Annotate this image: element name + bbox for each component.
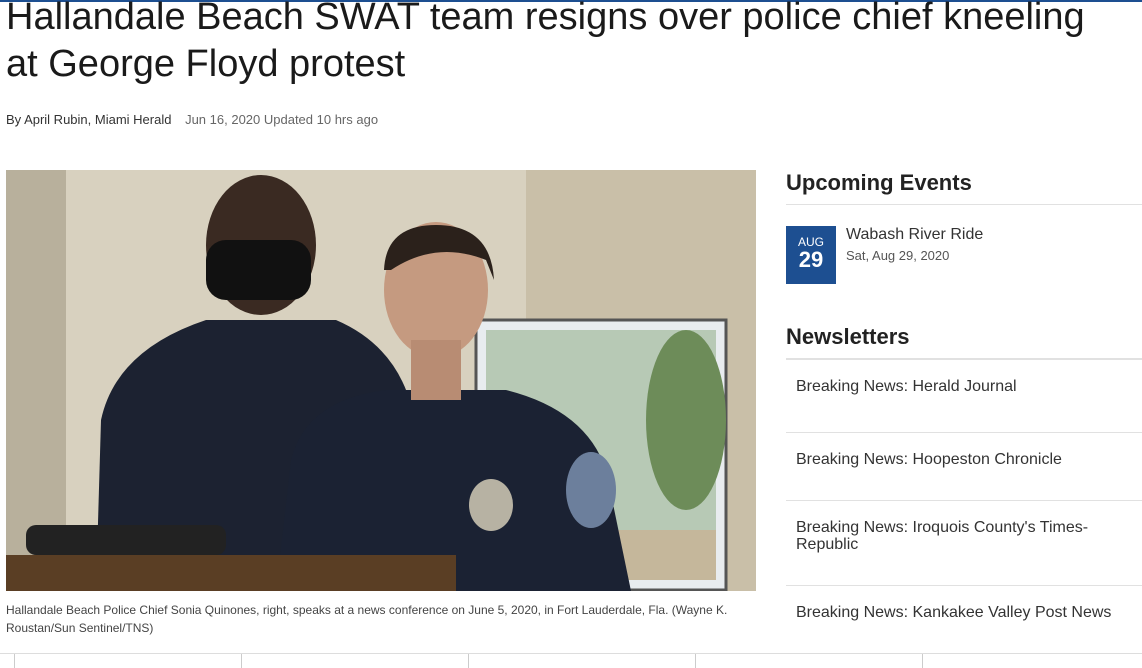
newsletters-title: Newsletters — [786, 322, 1142, 359]
article-photo-image — [6, 170, 756, 591]
article-headline: Hallandale Beach SWAT team resigns over … — [6, 0, 1085, 85]
event-date-text: Sat, Aug 29, 2020 — [846, 248, 950, 263]
event-title-link[interactable]: Wabash River Ride — [846, 226, 983, 244]
newsletter-item[interactable]: Breaking News: Iroquois County's Times-R… — [786, 500, 1142, 585]
newsletter-item[interactable]: Breaking News: Kankakee Valley Post News — [786, 585, 1142, 645]
article-photo[interactable] — [6, 170, 756, 591]
event-month: AUG — [797, 235, 824, 249]
sidebar: Upcoming Events AUG 29 Wabash River Ride… — [786, 168, 1142, 621]
newsletter-item[interactable]: Breaking News: Hoopeston Chronicle — [786, 432, 1142, 500]
article-date: Jun 16, 2020 Updated 10 hrs ago — [185, 112, 379, 127]
event-day: 29 — [798, 247, 824, 272]
newsletters-section: Newsletters — [786, 322, 1142, 359]
article-author[interactable]: By April Rubin, Miami Herald — [6, 112, 171, 127]
event-date-badge: AUG 29 — [786, 226, 836, 284]
bottom-strip — [0, 653, 1142, 668]
article-byline-row: By April Rubin, Miami Herald Jun 16, 202… — [6, 112, 378, 127]
upcoming-events-title: Upcoming Events — [786, 168, 1142, 205]
event-item[interactable]: AUG 29 Wabash River Ride Sat, Aug 29, 20… — [786, 226, 1142, 284]
photo-caption: Hallandale Beach Police Chief Sonia Quin… — [6, 603, 728, 635]
bottom-strip-cell — [922, 654, 1142, 668]
newsletter-item[interactable]: Breaking News: Herald Journal — [786, 359, 1142, 427]
